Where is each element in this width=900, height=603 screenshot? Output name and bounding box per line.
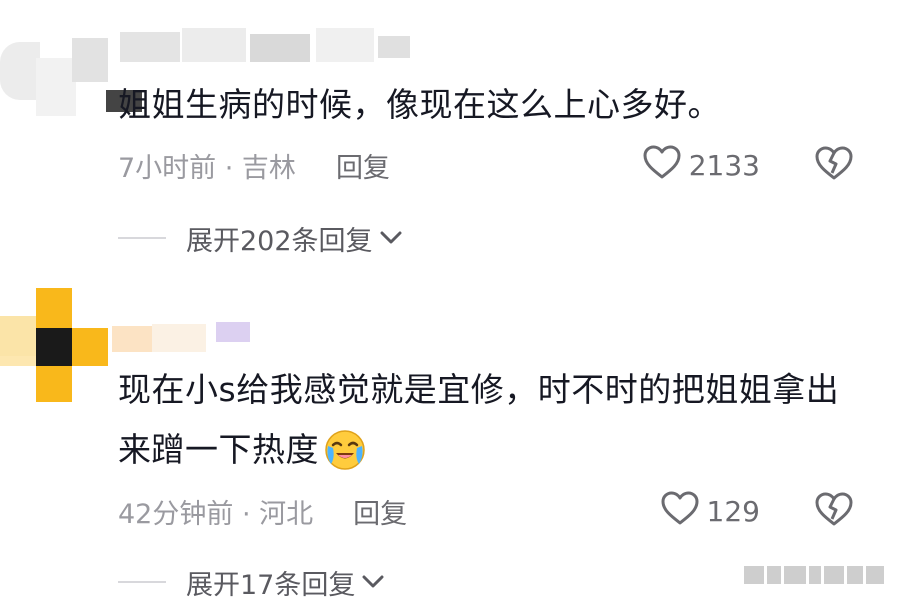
broken-heart-icon xyxy=(815,146,853,184)
like-button[interactable]: 129 xyxy=(661,491,760,531)
expand-label: 展开17条回复 xyxy=(186,569,356,601)
chevron-down-icon xyxy=(361,574,385,590)
comment-text-line-2-row: 来蹭一下热度 xyxy=(118,420,367,480)
reply-button[interactable]: 回复 xyxy=(353,492,407,531)
avatar[interactable] xyxy=(0,20,142,116)
comment-item: 现在小s给我感觉就是宜修，时不时的把姐姐拿出 来蹭一下热度 42分钟前 · 河北… xyxy=(0,280,900,603)
broken-heart-icon xyxy=(815,492,853,530)
avatar[interactable] xyxy=(0,288,112,402)
divider-line xyxy=(118,237,166,239)
like-count: 129 xyxy=(706,494,760,528)
comment-meta: 42分钟前 · 河北 回复 xyxy=(118,491,407,531)
comment-text-line-2: 来蹭一下热度 xyxy=(118,430,319,469)
time-location: 7小时前 · 吉林 xyxy=(118,152,296,184)
comment-item: 姐姐生病的时候，像现在这么上心多好。 7小时前 · 吉林 回复 2133 展开2… xyxy=(0,0,900,270)
time-location: 42分钟前 · 河北 xyxy=(118,498,314,530)
laughing-crying-emoji xyxy=(323,428,367,472)
watermark xyxy=(744,561,886,589)
username[interactable] xyxy=(120,28,410,64)
comment-meta: 7小时前 · 吉林 回复 xyxy=(118,145,390,185)
dislike-button[interactable] xyxy=(814,491,854,531)
like-count: 2133 xyxy=(688,148,760,182)
dislike-button[interactable] xyxy=(814,145,854,185)
username[interactable] xyxy=(112,320,262,354)
divider-line xyxy=(118,581,166,583)
expand-label: 展开202条回复 xyxy=(186,225,373,257)
reply-button[interactable]: 回复 xyxy=(336,146,390,185)
expand-replies-button[interactable]: 展开202条回复 xyxy=(118,218,403,258)
comment-text-line-1: 现在小s给我感觉就是宜修，时不时的把姐姐拿出 xyxy=(118,370,840,409)
heart-outline-icon xyxy=(661,491,699,532)
chevron-down-icon xyxy=(379,230,403,246)
comment-text: 姐姐生病的时候，像现在这么上心多好。 xyxy=(118,85,721,124)
expand-replies-button[interactable]: 展开17条回复 xyxy=(118,562,385,602)
like-button[interactable]: 2133 xyxy=(643,145,760,185)
heart-outline-icon xyxy=(643,145,681,186)
